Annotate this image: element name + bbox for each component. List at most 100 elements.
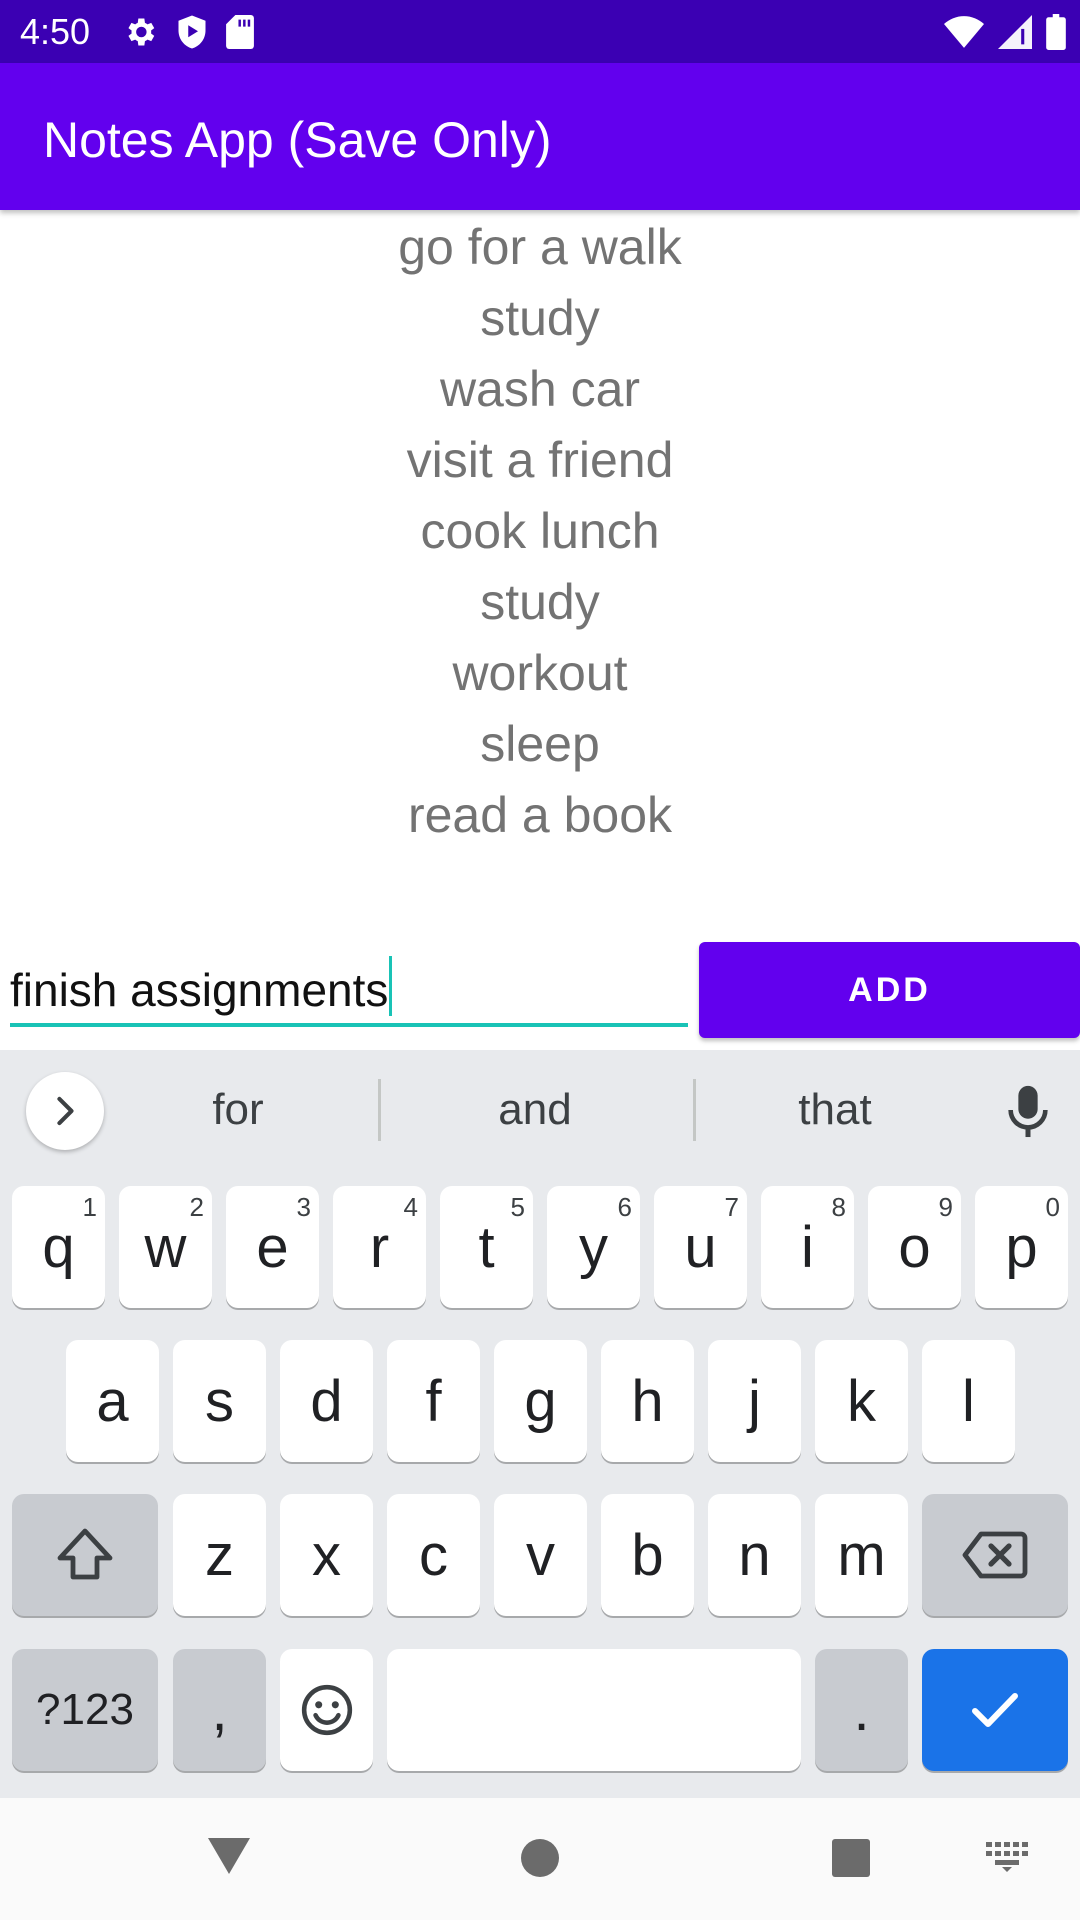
- key-k[interactable]: k: [815, 1340, 908, 1462]
- key-r[interactable]: r4: [333, 1186, 426, 1308]
- key-v[interactable]: v: [494, 1494, 587, 1616]
- shift-key[interactable]: [12, 1494, 158, 1616]
- key-hint: 5: [510, 1192, 525, 1222]
- app-bar: Notes App (Save Only): [0, 63, 1080, 210]
- soft-keyboard: for and that q1 w2 e3 r4 t5 y6 u7 i8 o9 …: [0, 1050, 1080, 1798]
- key-label: z: [205, 1522, 234, 1588]
- emoji-key[interactable]: [280, 1649, 373, 1771]
- note-input-underline: [10, 1023, 688, 1027]
- note-item[interactable]: go for a walk: [0, 212, 1080, 283]
- home-icon[interactable]: [520, 1838, 560, 1878]
- key-hint: 4: [403, 1192, 418, 1222]
- key-hint: 6: [617, 1192, 632, 1222]
- key-a[interactable]: a: [66, 1340, 159, 1462]
- shift-icon: [57, 1528, 113, 1580]
- symbols-key-label: ?123: [36, 1685, 134, 1734]
- key-o[interactable]: o9: [868, 1186, 961, 1308]
- shield-play-icon: [176, 14, 208, 50]
- suggestion-2[interactable]: and: [425, 1080, 645, 1140]
- key-l[interactable]: l: [922, 1340, 1015, 1462]
- period-key[interactable]: .: [815, 1649, 908, 1771]
- backspace-icon: [962, 1531, 1028, 1579]
- key-b[interactable]: b: [601, 1494, 694, 1616]
- key-q[interactable]: q1: [12, 1186, 105, 1308]
- key-x[interactable]: x: [280, 1494, 373, 1616]
- add-button[interactable]: ADD: [699, 942, 1080, 1038]
- key-hint: 1: [82, 1192, 97, 1222]
- checkmark-icon: [972, 1693, 1018, 1727]
- key-label: l: [962, 1368, 975, 1434]
- key-label: e: [256, 1214, 289, 1280]
- suggestion-3[interactable]: that: [725, 1080, 945, 1140]
- keyboard-switch-icon[interactable]: [986, 1842, 1028, 1872]
- key-label: q: [42, 1214, 75, 1280]
- key-label: r: [369, 1214, 390, 1280]
- symbols-key[interactable]: ?123: [12, 1649, 158, 1771]
- key-u[interactable]: u7: [654, 1186, 747, 1308]
- app-title: Notes App (Save Only): [43, 112, 552, 168]
- note-item[interactable]: study: [0, 283, 1080, 354]
- chevron-right-icon: [57, 1096, 74, 1126]
- suggestion-1[interactable]: for: [128, 1080, 348, 1140]
- note-input-value[interactable]: finish assignments: [10, 964, 388, 1016]
- key-label: x: [312, 1522, 341, 1588]
- recents-icon[interactable]: [831, 1838, 871, 1878]
- key-hint: 2: [189, 1192, 204, 1222]
- status-bar: 4:50: [0, 0, 1080, 63]
- key-h[interactable]: h: [601, 1340, 694, 1462]
- key-s[interactable]: s: [173, 1340, 266, 1462]
- key-c[interactable]: c: [387, 1494, 480, 1616]
- key-hint: 9: [938, 1192, 953, 1222]
- key-z[interactable]: z: [173, 1494, 266, 1616]
- key-label: k: [847, 1368, 876, 1434]
- key-label: a: [96, 1368, 129, 1434]
- note-item[interactable]: visit a friend: [0, 425, 1080, 496]
- key-d[interactable]: d: [280, 1340, 373, 1462]
- key-n[interactable]: n: [708, 1494, 801, 1616]
- key-label: u: [684, 1214, 717, 1280]
- key-label: d: [310, 1368, 343, 1434]
- key-w[interactable]: w2: [119, 1186, 212, 1308]
- note-item[interactable]: study: [0, 567, 1080, 638]
- key-label: o: [898, 1214, 931, 1280]
- key-label: y: [579, 1214, 608, 1280]
- comma-key[interactable]: ,: [173, 1649, 266, 1771]
- note-item[interactable]: wash car: [0, 354, 1080, 425]
- mic-icon[interactable]: [1004, 1084, 1052, 1138]
- key-hint: 3: [296, 1192, 311, 1222]
- key-label: j: [748, 1368, 761, 1434]
- key-i[interactable]: i8: [761, 1186, 854, 1308]
- key-y[interactable]: y6: [547, 1186, 640, 1308]
- key-label: g: [524, 1368, 557, 1434]
- note-item[interactable]: sleep: [0, 709, 1080, 780]
- note-item[interactable]: workout: [0, 638, 1080, 709]
- note-item[interactable]: cook lunch: [0, 496, 1080, 567]
- key-label: m: [837, 1522, 886, 1588]
- key-e[interactable]: e3: [226, 1186, 319, 1308]
- key-m[interactable]: m: [815, 1494, 908, 1616]
- key-label: w: [144, 1214, 187, 1280]
- key-f[interactable]: f: [387, 1340, 480, 1462]
- screen: 4:50 Notes App (Save Only) go for a walk…: [0, 0, 1080, 1920]
- note-item[interactable]: read a book: [0, 780, 1080, 851]
- key-g[interactable]: g: [494, 1340, 587, 1462]
- key-j[interactable]: j: [708, 1340, 801, 1462]
- battery-icon: [1046, 14, 1066, 50]
- settings-icon: [122, 14, 158, 50]
- key-t[interactable]: t5: [440, 1186, 533, 1308]
- back-icon[interactable]: [206, 1836, 252, 1876]
- space-key[interactable]: [387, 1649, 801, 1771]
- backspace-key[interactable]: [922, 1494, 1068, 1616]
- notes-list[interactable]: go for a walk study wash car visit a fri…: [0, 212, 1080, 851]
- key-label: c: [419, 1522, 448, 1588]
- key-p[interactable]: p0: [975, 1186, 1068, 1308]
- key-label: i: [801, 1214, 814, 1280]
- key-label: h: [631, 1368, 664, 1434]
- note-input-field[interactable]: finish assignments: [10, 950, 688, 1028]
- note-input-value-wrap[interactable]: finish assignments: [10, 956, 393, 1022]
- wifi-icon: [944, 15, 984, 49]
- suggestion-expand-button[interactable]: [26, 1072, 104, 1150]
- sd-card-icon: [226, 15, 254, 49]
- key-label: s: [205, 1368, 234, 1434]
- done-key[interactable]: [922, 1649, 1068, 1771]
